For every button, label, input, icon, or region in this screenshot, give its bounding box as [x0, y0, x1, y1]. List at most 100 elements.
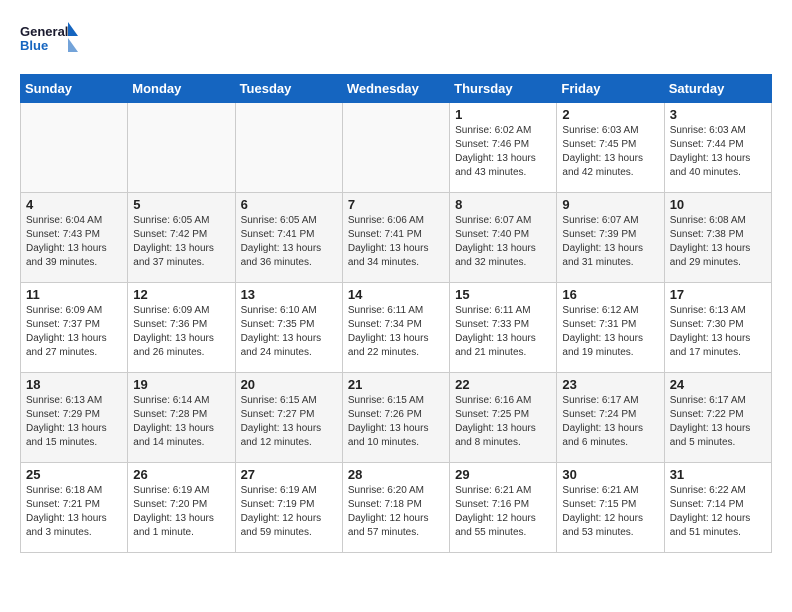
calendar-cell: 2 Sunrise: 6:03 AM Sunset: 7:45 PM Daylig…: [557, 103, 664, 193]
day-number: 1: [455, 107, 551, 122]
day-info: Sunrise: 6:11 AM Sunset: 7:33 PM Dayligh…: [455, 304, 551, 360]
day-number: 5: [133, 197, 229, 212]
weekday-header-thursday: Thursday: [450, 75, 557, 103]
calendar-cell: [235, 103, 342, 193]
calendar-cell: 28 Sunrise: 6:20 AM Sunset: 7:18 PM Dayli…: [342, 463, 449, 553]
calendar-cell: 30Sunrise: 6:21 AM Sunset: 7:15 PM Dayli…: [557, 463, 664, 553]
calendar-table: SundayMondayTuesdayWednesdayThursdayFrid…: [20, 74, 772, 553]
weekday-header-monday: Monday: [128, 75, 235, 103]
day-info: Sunrise: 6:03 AM Sunset: 7:44 PM Dayligh…: [670, 124, 766, 180]
day-number: 28: [348, 467, 444, 482]
day-number: 24: [670, 377, 766, 392]
calendar-cell: 24 Sunrise: 6:17 AM Sunset: 7:22 PM Dayli…: [664, 373, 771, 463]
day-number: 22: [455, 377, 551, 392]
day-number: 8: [455, 197, 551, 212]
day-info: Sunrise: 6:03 AM Sunset: 7:45 PM Dayligh…: [562, 124, 658, 180]
day-number: 16: [562, 287, 658, 302]
week-row-2: 4Sunrise: 6:04 AM Sunset: 7:43 PM Daylig…: [21, 193, 772, 283]
day-number: 20: [241, 377, 337, 392]
day-number: 13: [241, 287, 337, 302]
calendar-cell: 25 Sunrise: 6:18 AM Sunset: 7:21 PM Dayli…: [21, 463, 128, 553]
day-info: Sunrise: 6:20 AM Sunset: 7:18 PM Dayligh…: [348, 484, 444, 540]
day-info: Sunrise: 6:17 AM Sunset: 7:24 PM Dayligh…: [562, 394, 658, 450]
day-number: 26: [133, 467, 229, 482]
weekday-header-wednesday: Wednesday: [342, 75, 449, 103]
logo: General Blue: [20, 20, 80, 64]
day-number: 30: [562, 467, 658, 482]
day-number: 25: [26, 467, 122, 482]
day-info: Sunrise: 6:18 AM Sunset: 7:21 PM Dayligh…: [26, 484, 122, 540]
day-info: Sunrise: 6:06 AM Sunset: 7:41 PM Dayligh…: [348, 214, 444, 270]
weekday-header-sunday: Sunday: [21, 75, 128, 103]
calendar-cell: 26 Sunrise: 6:19 AM Sunset: 7:20 PM Dayli…: [128, 463, 235, 553]
calendar-cell: 13 Sunrise: 6:10 AM Sunset: 7:35 PM Dayli…: [235, 283, 342, 373]
day-info: Sunrise: 6:07 AM Sunset: 7:39 PM Dayligh…: [562, 214, 658, 270]
day-info: Sunrise: 6:13 AM Sunset: 7:29 PM Dayligh…: [26, 394, 122, 450]
day-info: Sunrise: 6:09 AM Sunset: 7:36 PM Dayligh…: [133, 304, 229, 360]
day-info: Sunrise: 6:07 AM Sunset: 7:40 PM Dayligh…: [455, 214, 551, 270]
day-number: 15: [455, 287, 551, 302]
day-info: Sunrise: 6:17 AM Sunset: 7:22 PM Dayligh…: [670, 394, 766, 450]
logo-svg: General Blue: [20, 20, 80, 64]
calendar-cell: [342, 103, 449, 193]
day-number: 23: [562, 377, 658, 392]
day-info: Sunrise: 6:19 AM Sunset: 7:20 PM Dayligh…: [133, 484, 229, 540]
day-number: 4: [26, 197, 122, 212]
calendar-cell: 16 Sunrise: 6:12 AM Sunset: 7:31 PM Dayli…: [557, 283, 664, 373]
day-info: Sunrise: 6:15 AM Sunset: 7:27 PM Dayligh…: [241, 394, 337, 450]
day-info: Sunrise: 6:22 AM Sunset: 7:14 PM Dayligh…: [670, 484, 766, 540]
day-number: 7: [348, 197, 444, 212]
day-info: Sunrise: 6:15 AM Sunset: 7:26 PM Dayligh…: [348, 394, 444, 450]
calendar-cell: [21, 103, 128, 193]
calendar-cell: 29 Sunrise: 6:21 AM Sunset: 7:16 PM Dayli…: [450, 463, 557, 553]
calendar-cell: 10Sunrise: 6:08 AM Sunset: 7:38 PM Dayli…: [664, 193, 771, 283]
day-info: Sunrise: 6:11 AM Sunset: 7:34 PM Dayligh…: [348, 304, 444, 360]
day-info: Sunrise: 6:13 AM Sunset: 7:30 PM Dayligh…: [670, 304, 766, 360]
weekday-header-saturday: Saturday: [664, 75, 771, 103]
calendar-cell: 31 Sunrise: 6:22 AM Sunset: 7:14 PM Dayli…: [664, 463, 771, 553]
day-number: 18: [26, 377, 122, 392]
calendar-cell: 8 Sunrise: 6:07 AM Sunset: 7:40 PM Daylig…: [450, 193, 557, 283]
calendar-cell: 14 Sunrise: 6:11 AM Sunset: 7:34 PM Dayli…: [342, 283, 449, 373]
svg-text:General: General: [20, 24, 68, 39]
week-row-3: 11Sunrise: 6:09 AM Sunset: 7:37 PM Dayli…: [21, 283, 772, 373]
day-number: 2: [562, 107, 658, 122]
calendar-cell: 4Sunrise: 6:04 AM Sunset: 7:43 PM Daylig…: [21, 193, 128, 283]
weekday-header-row: SundayMondayTuesdayWednesdayThursdayFrid…: [21, 75, 772, 103]
week-row-1: 1Sunrise: 6:02 AM Sunset: 7:46 PM Daylig…: [21, 103, 772, 193]
calendar-cell: 22 Sunrise: 6:16 AM Sunset: 7:25 PM Dayli…: [450, 373, 557, 463]
day-number: 31: [670, 467, 766, 482]
calendar-cell: 12 Sunrise: 6:09 AM Sunset: 7:36 PM Dayli…: [128, 283, 235, 373]
calendar-cell: 11Sunrise: 6:09 AM Sunset: 7:37 PM Dayli…: [21, 283, 128, 373]
calendar-cell: 17 Sunrise: 6:13 AM Sunset: 7:30 PM Dayli…: [664, 283, 771, 373]
calendar-cell: 6 Sunrise: 6:05 AM Sunset: 7:41 PM Daylig…: [235, 193, 342, 283]
day-number: 14: [348, 287, 444, 302]
calendar-cell: 7 Sunrise: 6:06 AM Sunset: 7:41 PM Daylig…: [342, 193, 449, 283]
calendar-cell: 23 Sunrise: 6:17 AM Sunset: 7:24 PM Dayli…: [557, 373, 664, 463]
calendar-cell: 20 Sunrise: 6:15 AM Sunset: 7:27 PM Dayli…: [235, 373, 342, 463]
day-number: 6: [241, 197, 337, 212]
day-number: 12: [133, 287, 229, 302]
day-info: Sunrise: 6:05 AM Sunset: 7:41 PM Dayligh…: [241, 214, 337, 270]
day-info: Sunrise: 6:12 AM Sunset: 7:31 PM Dayligh…: [562, 304, 658, 360]
day-number: 10: [670, 197, 766, 212]
calendar-cell: 27 Sunrise: 6:19 AM Sunset: 7:19 PM Dayli…: [235, 463, 342, 553]
calendar-cell: 18 Sunrise: 6:13 AM Sunset: 7:29 PM Dayli…: [21, 373, 128, 463]
day-number: 17: [670, 287, 766, 302]
calendar-cell: 19 Sunrise: 6:14 AM Sunset: 7:28 PM Dayli…: [128, 373, 235, 463]
weekday-header-tuesday: Tuesday: [235, 75, 342, 103]
day-info: Sunrise: 6:10 AM Sunset: 7:35 PM Dayligh…: [241, 304, 337, 360]
day-info: Sunrise: 6:09 AM Sunset: 7:37 PM Dayligh…: [26, 304, 122, 360]
day-info: Sunrise: 6:21 AM Sunset: 7:16 PM Dayligh…: [455, 484, 551, 540]
day-number: 27: [241, 467, 337, 482]
day-info: Sunrise: 6:19 AM Sunset: 7:19 PM Dayligh…: [241, 484, 337, 540]
day-number: 9: [562, 197, 658, 212]
day-number: 19: [133, 377, 229, 392]
day-number: 29: [455, 467, 551, 482]
calendar-cell: 9 Sunrise: 6:07 AM Sunset: 7:39 PM Daylig…: [557, 193, 664, 283]
day-info: Sunrise: 6:14 AM Sunset: 7:28 PM Dayligh…: [133, 394, 229, 450]
weekday-header-friday: Friday: [557, 75, 664, 103]
day-number: 21: [348, 377, 444, 392]
day-info: Sunrise: 6:16 AM Sunset: 7:25 PM Dayligh…: [455, 394, 551, 450]
day-number: 3: [670, 107, 766, 122]
